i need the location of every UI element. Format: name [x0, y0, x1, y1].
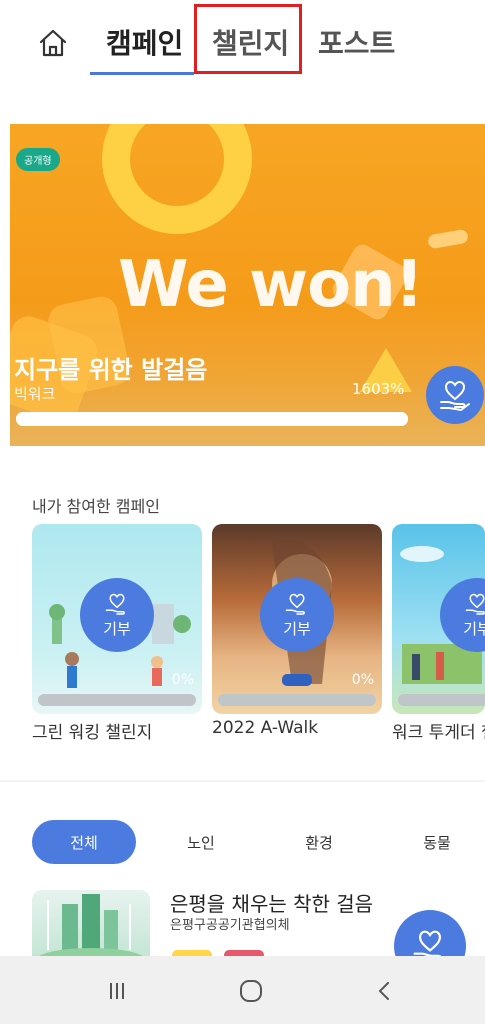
campaign-title: 2022 A-Walk [212, 718, 319, 738]
hero-headline: We won! [118, 248, 424, 322]
donate-button[interactable]: 기부 [260, 578, 334, 652]
category-chip-animal[interactable]: 동물 [412, 820, 462, 864]
donate-label: 기부 [103, 619, 131, 638]
donate-label: 기부 [463, 619, 485, 638]
heart-hand-icon [465, 593, 485, 615]
campaign-title: 워크 투게더 챌 [392, 723, 485, 743]
recent-apps-icon[interactable] [100, 974, 134, 1008]
campaign-progress-bar [38, 694, 196, 706]
donate-button[interactable]: 기부 [80, 578, 154, 652]
campaign-list-title[interactable]: 은평을 채우는 착한 걸음 [170, 888, 373, 917]
campaign-percent: 0% [171, 672, 194, 688]
home-icon[interactable] [36, 26, 70, 60]
active-tab-indicator [90, 72, 194, 75]
my-campaigns-label: 내가 참여한 캠페인 [32, 497, 160, 516]
back-icon[interactable] [368, 974, 402, 1008]
campaign-list-organizer: 은평구공공기관협의체 [170, 918, 290, 933]
decorative-shape [427, 228, 469, 250]
public-badge: 공개형 [16, 148, 60, 171]
hero-organizer: 빅워크 [14, 385, 56, 403]
hero-progress-fill [16, 412, 408, 426]
tab-campaign[interactable]: 캠페인 [106, 22, 183, 62]
donate-button[interactable] [426, 366, 484, 424]
decorative-ring [102, 124, 252, 234]
campaign-percent: 0% [351, 672, 374, 688]
hero-progress-bar [16, 412, 408, 426]
category-chip-senior[interactable]: 노인 [176, 820, 226, 864]
category-chip-all[interactable]: 전체 [32, 820, 136, 864]
home-nav-icon[interactable] [234, 974, 268, 1008]
top-tab-bar: 캠페인 챌린지 포스트 [0, 0, 485, 80]
heart-hand-icon [105, 593, 125, 615]
highlight-box [194, 4, 302, 74]
heart-hand-icon [440, 380, 470, 412]
tab-post[interactable]: 포스트 [318, 22, 395, 62]
campaign-card[interactable]: 기부 [392, 524, 485, 714]
hero-title: 지구를 위한 발걸음 [14, 356, 208, 384]
section-divider [0, 780, 485, 782]
campaign-title: 그린 워킹 챌린지 [32, 723, 153, 743]
donate-label: 기부 [283, 619, 311, 638]
category-chip-environment[interactable]: 환경 [294, 820, 344, 864]
heart-hand-icon [285, 593, 305, 615]
campaign-progress-bar [398, 694, 485, 706]
system-navigation-bar [0, 956, 485, 1024]
hero-progress-percent: 1603% [352, 380, 405, 398]
campaign-progress-bar [218, 694, 376, 706]
campaign-card[interactable]: 기부 0% [212, 524, 382, 714]
campaign-card[interactable]: 기부 0% [32, 524, 202, 714]
